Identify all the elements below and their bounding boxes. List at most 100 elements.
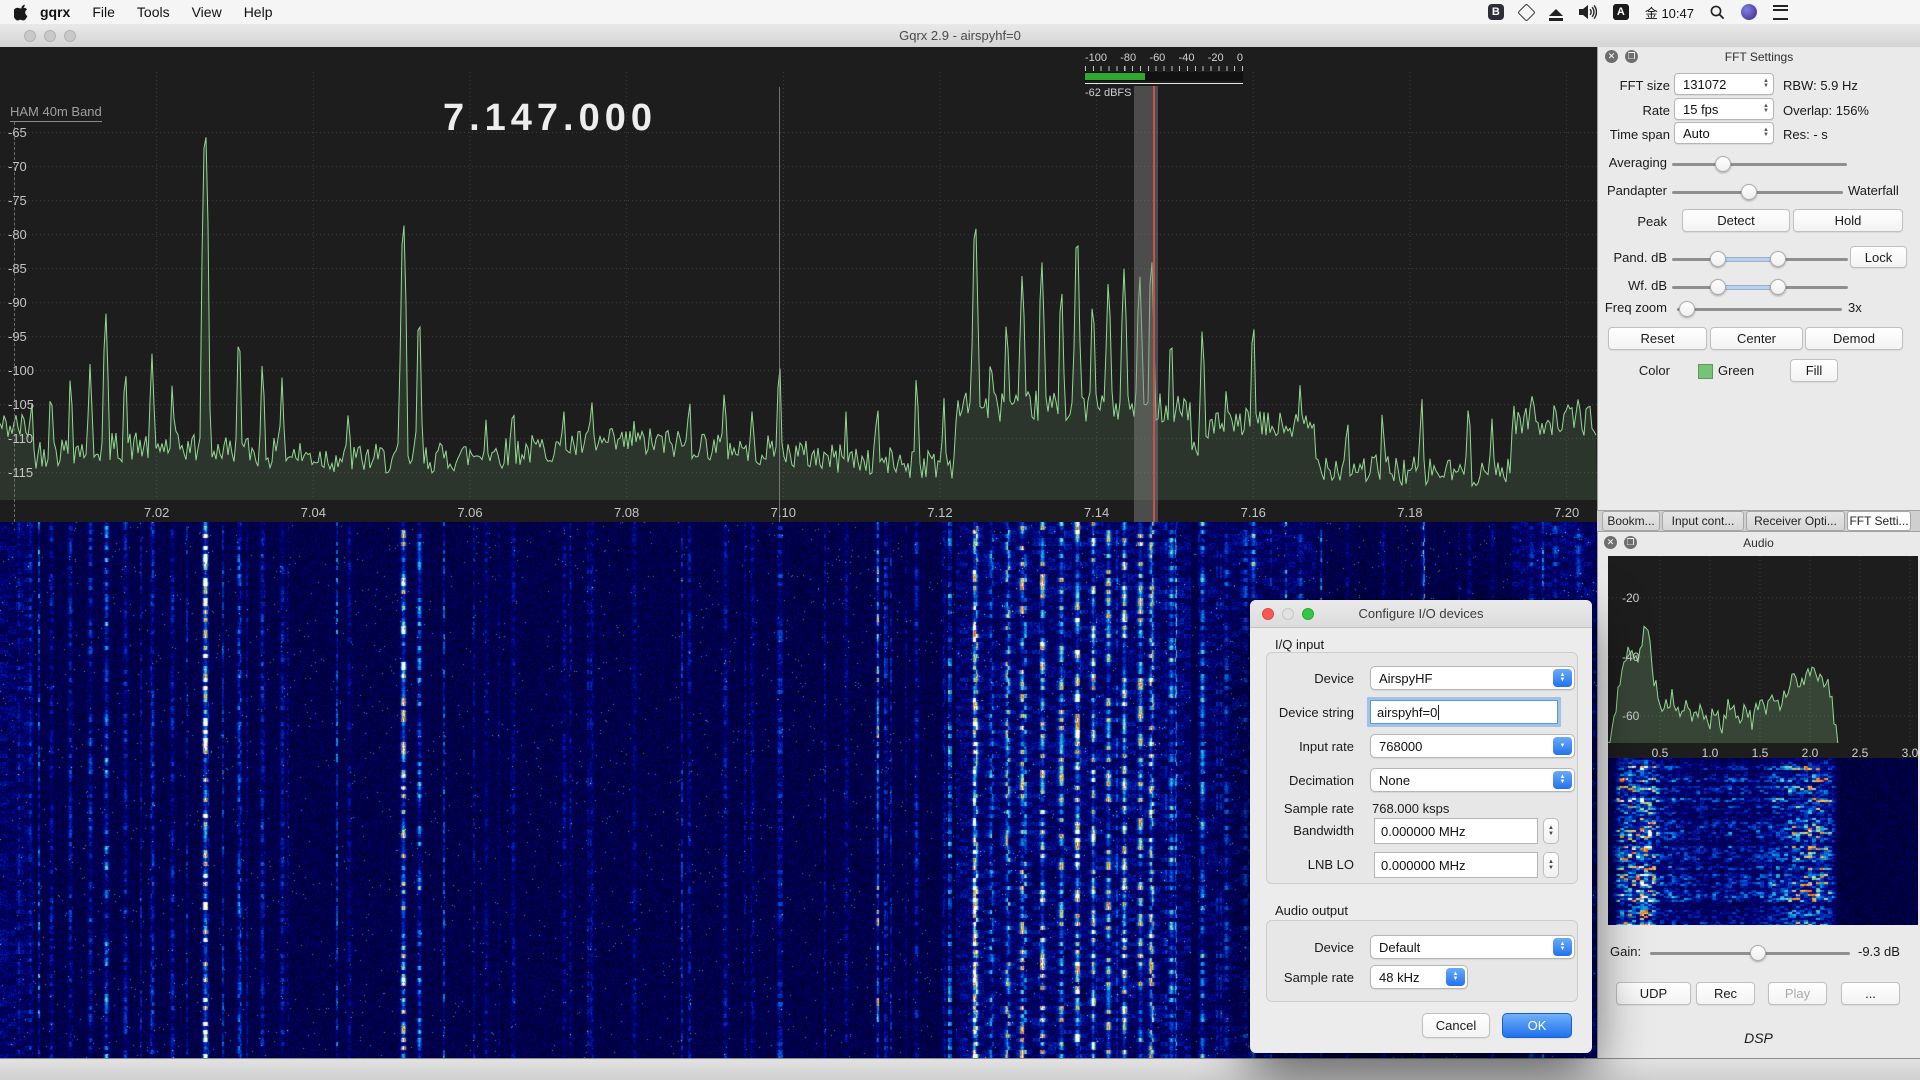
meter-tick: -80: [1120, 52, 1136, 65]
tab-receiver-options[interactable]: Receiver Opti...: [1746, 511, 1845, 531]
eject-icon[interactable]: [1549, 9, 1563, 16]
lock-button[interactable]: Lock: [1850, 246, 1907, 268]
rate-combo[interactable]: 15 fps ▲▼: [1674, 98, 1774, 120]
meter-fill: [1085, 73, 1145, 80]
tuned-frequency-line[interactable]: [1153, 86, 1155, 522]
waterfall-db-range-slider[interactable]: [1672, 279, 1848, 295]
lnb-lo-stepper[interactable]: ▲▼: [1543, 852, 1559, 878]
slider-handle[interactable]: [1715, 156, 1731, 172]
iq-device-combo[interactable]: AirspyHF ▲▼: [1370, 666, 1575, 690]
tab-input-controls[interactable]: Input cont...: [1662, 511, 1744, 531]
window-title-bar[interactable]: Gqrx 2.9 - airspyhf=0: [0, 24, 1920, 48]
gain-label: Gain:: [1610, 944, 1641, 959]
decimation-combo[interactable]: None ▲▼: [1370, 768, 1575, 792]
iq-device-value: AirspyHF: [1379, 671, 1432, 686]
menu-item-file[interactable]: File: [81, 4, 126, 20]
audio-device-combo[interactable]: Default ▲▼: [1370, 935, 1575, 959]
tab-bookmarks[interactable]: Bookm...: [1602, 511, 1660, 531]
slider-handle[interactable]: [1679, 301, 1695, 317]
slider-handle[interactable]: [1741, 184, 1757, 200]
tab-fft-settings[interactable]: FFT Setti...: [1847, 511, 1911, 531]
time-span-value: Auto: [1683, 126, 1710, 141]
diamond-status-icon[interactable]: [1520, 6, 1533, 19]
meter-tick: 0: [1237, 52, 1243, 65]
popup-chevron-icon[interactable]: ▼: [1553, 737, 1572, 755]
udp-button[interactable]: UDP: [1616, 982, 1691, 1005]
stepper-icon[interactable]: ▲▼: [1763, 123, 1769, 143]
sample-rate-label: Sample rate: [1244, 801, 1354, 816]
pandapter-spectrum[interactable]: 7.147.000 HAM 40m Band -65-70-75-80-85-9…: [0, 47, 1597, 522]
input-rate-label: Input rate: [1244, 739, 1354, 754]
popup-stepper-icon[interactable]: ▲▼: [1553, 669, 1572, 687]
popup-stepper-icon[interactable]: ▲▼: [1446, 968, 1465, 986]
slider-handle[interactable]: [1770, 279, 1786, 295]
slider-handle[interactable]: [1710, 279, 1726, 295]
audio-waterfall[interactable]: [1608, 758, 1918, 925]
x-axis-tick-label: 7.14: [1084, 505, 1109, 520]
fft-size-combo[interactable]: 131072 ▲▼: [1674, 73, 1774, 95]
audio-panel-close-icon[interactable]: ✕: [1604, 536, 1617, 549]
audio-x-tick-label: 2.0: [1802, 746, 1819, 760]
audio-sample-rate-combo[interactable]: 48 kHz ▲▼: [1370, 965, 1468, 989]
menu-item-gqrx[interactable]: gqrx: [29, 4, 81, 20]
input-source-icon[interactable]: A: [1613, 4, 1629, 20]
audio-panel-float-icon[interactable]: ❐: [1624, 536, 1637, 549]
stepper-icon[interactable]: ▲▼: [1763, 99, 1769, 119]
x-axis-tick-label: 7.12: [927, 505, 952, 520]
ok-button[interactable]: OK: [1502, 1013, 1572, 1038]
demod-button[interactable]: Demod: [1805, 327, 1903, 350]
y-axis-tick-label: -70: [8, 159, 27, 174]
audio-sample-rate-value: 48 kHz: [1379, 970, 1419, 985]
slider-handle[interactable]: [1750, 945, 1766, 961]
averaging-slider[interactable]: [1672, 156, 1847, 172]
backup-status-icon[interactable]: B: [1488, 4, 1504, 20]
bandwidth-input[interactable]: 0.000000 MHz: [1374, 818, 1538, 844]
pandapter-waterfall-split-slider[interactable]: [1672, 184, 1843, 200]
y-axis-tick-label: -75: [8, 193, 27, 208]
menu-item-view[interactable]: View: [181, 4, 233, 20]
stepper-icon[interactable]: ▲▼: [1763, 74, 1769, 94]
waterfall-split-label: Waterfall: [1848, 183, 1899, 198]
center-button[interactable]: Center: [1710, 327, 1803, 350]
overlap-info: Overlap: 156%: [1783, 103, 1869, 118]
fft-panel-close-icon[interactable]: ✕: [1605, 50, 1618, 63]
dialog-title-bar[interactable]: Configure I/O devices: [1250, 600, 1592, 628]
audio-device-value: Default: [1379, 940, 1420, 955]
gain-slider[interactable]: [1650, 945, 1850, 961]
menu-clock[interactable]: 金 10:47: [1645, 3, 1694, 22]
audio-display[interactable]: -20-40-600.51.01.52.02.53.0: [1608, 556, 1918, 925]
bandwidth-stepper[interactable]: ▲▼: [1543, 818, 1559, 844]
frequency-display[interactable]: 7.147.000: [380, 97, 720, 140]
time-span-combo[interactable]: Auto ▲▼: [1674, 122, 1774, 144]
spotlight-icon[interactable]: [1710, 5, 1725, 20]
sample-rate-value: 768.000 ksps: [1372, 801, 1449, 816]
cancel-button[interactable]: Cancel: [1422, 1013, 1490, 1038]
notification-center-icon[interactable]: [1773, 5, 1788, 20]
fill-toggle-button[interactable]: Fill: [1790, 359, 1838, 382]
play-button[interactable]: Play: [1768, 982, 1827, 1005]
slider-handle[interactable]: [1770, 251, 1786, 267]
slider-handle[interactable]: [1710, 251, 1726, 267]
menu-item-tools[interactable]: Tools: [126, 4, 181, 20]
peak-detect-button[interactable]: Detect: [1682, 209, 1790, 232]
volume-icon[interactable]: [1579, 5, 1597, 19]
apple-menu-icon[interactable]: [14, 4, 29, 21]
input-rate-combo[interactable]: 768000 ▼: [1370, 734, 1575, 758]
reset-button[interactable]: Reset: [1608, 327, 1707, 350]
meter-bar: [1085, 72, 1243, 81]
audio-options-button[interactable]: ...: [1841, 982, 1900, 1005]
fft-panel-float-icon[interactable]: ❐: [1625, 50, 1638, 63]
device-string-value: airspyhf=0: [1377, 705, 1437, 720]
popup-stepper-icon[interactable]: ▲▼: [1553, 938, 1572, 956]
menu-item-help[interactable]: Help: [233, 4, 284, 20]
freq-zoom-slider[interactable]: [1677, 301, 1842, 317]
device-string-input[interactable]: airspyhf=0: [1370, 700, 1558, 724]
peak-hold-button[interactable]: Hold: [1793, 209, 1903, 232]
siri-icon[interactable]: [1741, 4, 1757, 20]
audio-y-tick-label: -40: [1622, 650, 1639, 664]
y-axis-tick-label: -90: [8, 295, 27, 310]
pandapter-db-range-slider[interactable]: [1672, 251, 1848, 267]
popup-stepper-icon[interactable]: ▲▼: [1553, 771, 1572, 789]
rec-button[interactable]: Rec: [1696, 982, 1755, 1005]
lnb-lo-input[interactable]: 0.000000 MHz: [1374, 852, 1538, 878]
